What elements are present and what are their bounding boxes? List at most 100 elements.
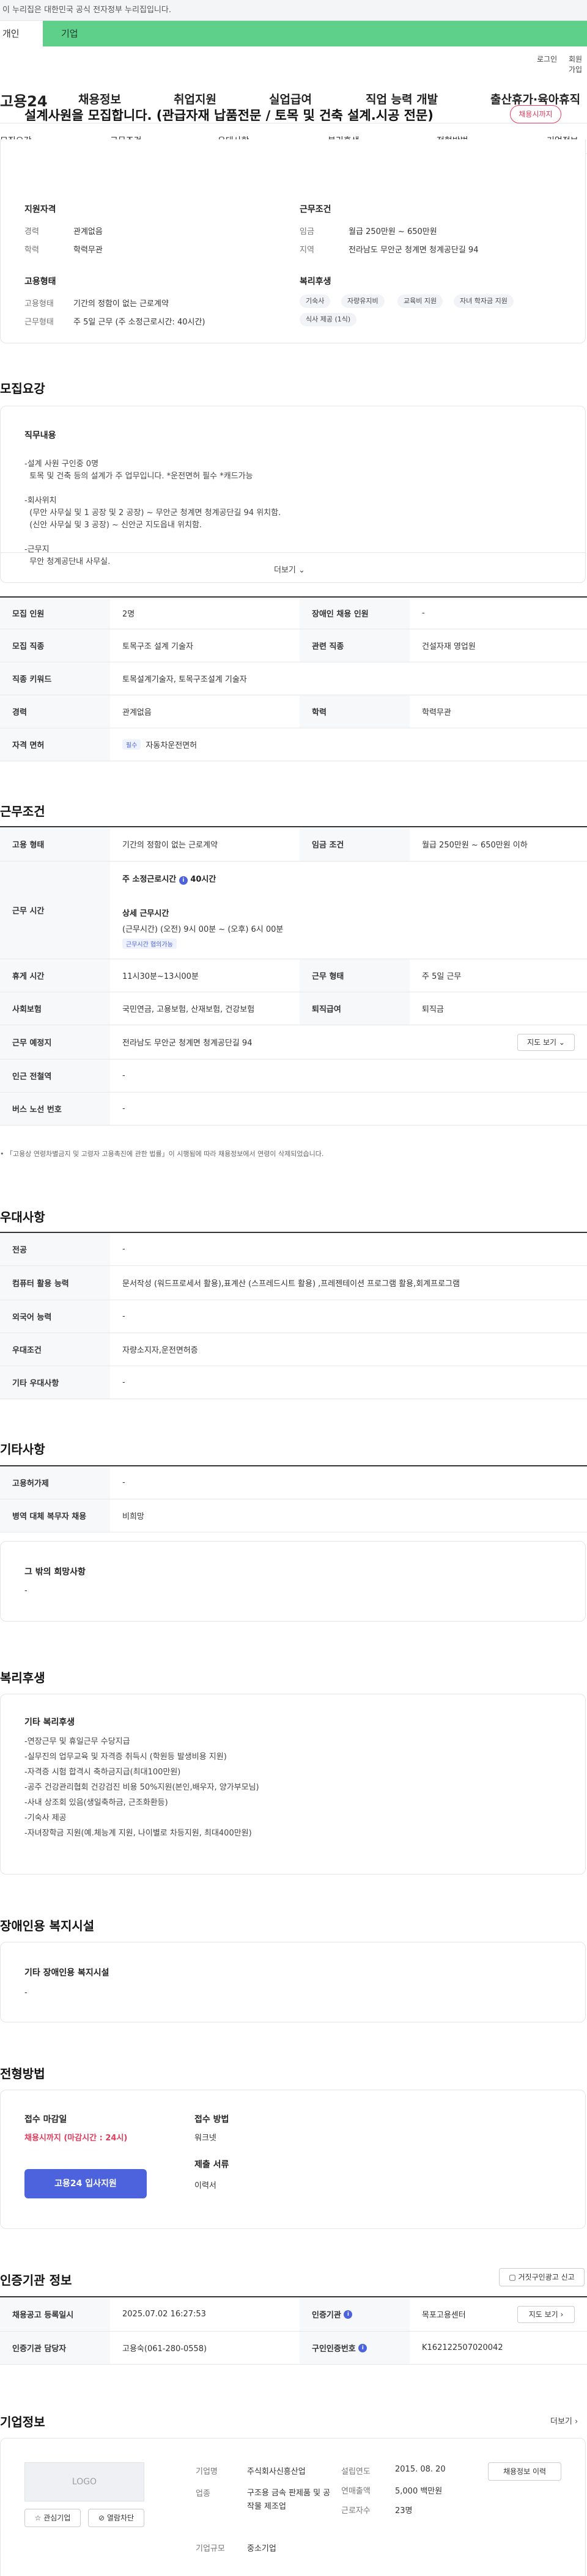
nav-item-parental-leave[interactable]: 출산휴가·육아휴직 (490, 90, 580, 107)
row-value: 비희망 (122, 1512, 144, 1521)
row-label: 구인인증번호 (312, 2344, 356, 2354)
row-label: 근무 예정지 (0, 1025, 110, 1059)
row-label: 컴퓨터 활용 능력 (0, 1266, 110, 1300)
map-view-button[interactable]: 지도 보기 ⌄ (517, 1034, 575, 1051)
career-value: 관계없음 (73, 227, 103, 236)
requirements-table: 모집 인원 2명 장애인 채용 인원 - 모집 직종 토목구조 설계 기술자 관… (0, 596, 587, 761)
hours-negotiable-tag: 근무시간 협의가능 (122, 939, 177, 949)
row-label: 퇴직급여 (300, 992, 410, 1025)
login-link[interactable]: 로그인 (537, 54, 557, 64)
nav-item-employment-support[interactable]: 취업지원 (174, 90, 216, 107)
row-value: - (122, 1312, 125, 1321)
row-value: 기간의 정함이 없는 근로계약 (122, 841, 218, 850)
row-value: - (122, 1378, 125, 1387)
table-row: 경력 관계없음 학력 학력무관 (0, 695, 587, 728)
section-title-preferences: 우대사항 (0, 1210, 45, 1224)
row-value: 2025.07.02 16:27:53 (122, 2310, 206, 2319)
row-label: 병역 대체 복무자 채용 (0, 1499, 110, 1532)
more-label: 더보기 (550, 2417, 572, 2426)
row-label: 우대조건 (0, 1333, 110, 1366)
welfare-chip: 식사 제공 (1식) (300, 313, 357, 326)
row-label: 근무 형태 (300, 959, 410, 992)
etc-table: 고용허가제 - 병역 대체 복무자 채용 비희망 (0, 1465, 587, 1532)
nav-item-jobs[interactable]: 채용정보 (78, 90, 121, 107)
company-field-value: 23명 (395, 2506, 413, 2516)
report-fake-ad-button[interactable]: ▢ 거짓구인광고 신고 (499, 2268, 585, 2286)
table-row: 모집 직종 토목구조 설계 기술자 관련 직종 건설자재 영업원 (0, 629, 587, 662)
info-icon[interactable]: i (344, 2310, 353, 2319)
row-value: 국민연금, 고용보험, 산재보험, 건강보험 (122, 1005, 255, 1014)
tab-person[interactable]: 개인 (0, 21, 43, 46)
divider (0, 552, 586, 553)
row-label: 고용 형태 (0, 827, 110, 861)
favorite-label: 관심기업 (43, 2514, 71, 2522)
report-icon: ▢ (509, 2273, 516, 2281)
row-label: 휴게 시간 (0, 959, 110, 992)
desc-line: 무안 청계공단내 사무실. (24, 557, 111, 566)
method-value: 워크넷 (194, 2134, 216, 2143)
row-value: 건설자재 영업원 (422, 642, 476, 651)
section-title-company: 기업정보 (0, 2415, 45, 2429)
company-field-label: 업종 (196, 2489, 210, 2498)
welfare-line: -연장근무 및 휴일근무 수당지급 (24, 1737, 130, 1746)
row-label: 학력 (300, 695, 410, 728)
desc-line: -근무지 (24, 545, 50, 554)
row-value: 자동차운전면허 (146, 741, 198, 750)
detail-hours: (근무시간) (오전) 9시 00분 ~ (오후) 6시 00분 (122, 925, 284, 934)
other-wishes-title: 그 밖의 희망사항 (24, 1567, 86, 1577)
company-field-label: 기업명 (196, 2467, 218, 2476)
edu-label: 학력 (24, 246, 39, 255)
deadline-badge: 채용시까지 (510, 105, 561, 123)
table-row: 인근 전철역 - (0, 1059, 587, 1092)
more-button[interactable]: 더보기 ⌄ (274, 563, 305, 575)
location-value: 전라남도 무안군 청계면 청계공단길 94 (349, 246, 479, 255)
required-tag: 필수 (122, 739, 141, 750)
chevron-right-icon: › (560, 2310, 564, 2319)
docs-value: 이력서 (194, 2181, 216, 2190)
welfare-chip: 교육비 지원 (397, 295, 443, 308)
company-field-value: 구조용 금속 판제품 및 공작물 제조업 (247, 2489, 331, 2511)
row-label: 외국어 능력 (0, 1300, 110, 1333)
section-title-etc: 기타사항 (0, 1442, 45, 1457)
table-row: 근무 예정지 전라남도 무안군 청계면 청계공단길 94 지도 보기 ⌄ (0, 1025, 587, 1059)
table-row: 고용 형태 기간의 정함이 없는 근로계약 임금 조건 월급 250만원 ~ 6… (0, 827, 587, 862)
row-label: 자격 면허 (0, 728, 110, 761)
table-row: 휴게 시간 11시30분~13시00분 근무 형태 주 5일 근무 (0, 959, 587, 992)
block-view-button[interactable]: ⊘ 열람차단 (88, 2509, 144, 2527)
row-label: 모집 인원 (0, 598, 110, 629)
row-label: 경력 (0, 695, 110, 728)
table-row: 버스 노선 번호 - (0, 1092, 587, 1125)
section-title-process: 전형방법 (0, 2066, 45, 2081)
disability-value: - (24, 1988, 28, 1997)
method-title: 접수 방법 (194, 2115, 229, 2124)
desc-line: (무안 사무실 및 1 공장 및 2 공장) ~ 무안군 청계면 청계공단길 9… (24, 508, 281, 518)
row-value: - (122, 1245, 125, 1254)
job-desc-title: 직무내용 (24, 431, 56, 441)
pay-value: 월급 250만원 ~ 650만원 (349, 227, 437, 236)
row-value: - (122, 1478, 125, 1487)
info-icon[interactable]: i (179, 876, 188, 885)
section-title-requirements: 모집요강 (0, 381, 45, 396)
agency-map-button[interactable]: 지도 보기 › (517, 2306, 575, 2323)
row-label-cell: 구인인증번호 i (300, 2332, 410, 2364)
table-row: 우대조건 자량소지자,운전면허증 (0, 1333, 587, 1366)
row-label: 모집 직종 (0, 629, 110, 662)
row-value: 문서작성 (워드프로세서 활용),표계산 (스프레드시트 활용) ,프레젠테이션… (122, 1279, 460, 1289)
apply-button[interactable]: 고용24 입사지원 (24, 2169, 147, 2198)
company-more-button[interactable]: 더보기 › (550, 2415, 578, 2426)
row-value: 전라남도 무안군 청계면 청계공단길 94 (122, 1039, 253, 1048)
info-icon[interactable]: i (358, 2343, 367, 2352)
table-row: 외국어 능력 - (0, 1300, 587, 1333)
welfare-line: -자녀장학금 지원(예.체능계 지원, 나이별로 차등지원, 최대400만원) (24, 1829, 252, 1838)
table-row: 고용허가제 - (0, 1466, 587, 1499)
gov-notice: 이 누리집은 대한민국 공식 전자정부 누리집입니다. (2, 5, 171, 15)
row-value: 11시30분~13시00분 (122, 972, 199, 981)
preferences-table: 전공 - 컴퓨터 활용 능력 문서작성 (워드프로세서 활용),표계산 (스프레드시… (0, 1232, 587, 1399)
weekly-hours-value: 40시간 (190, 875, 216, 884)
nav-item-unemployment-benefit[interactable]: 실업급여 (269, 90, 312, 107)
hiring-history-button[interactable]: 채용정보 이력 (488, 2462, 561, 2481)
nav-item-job-training[interactable]: 직업 능력 개발 (366, 90, 438, 107)
tab-company[interactable]: 기업 (61, 27, 78, 40)
favorite-company-button[interactable]: ☆ 관심기업 (24, 2509, 81, 2527)
row-value-cell: 필수 자동차운전면허 (122, 728, 197, 761)
